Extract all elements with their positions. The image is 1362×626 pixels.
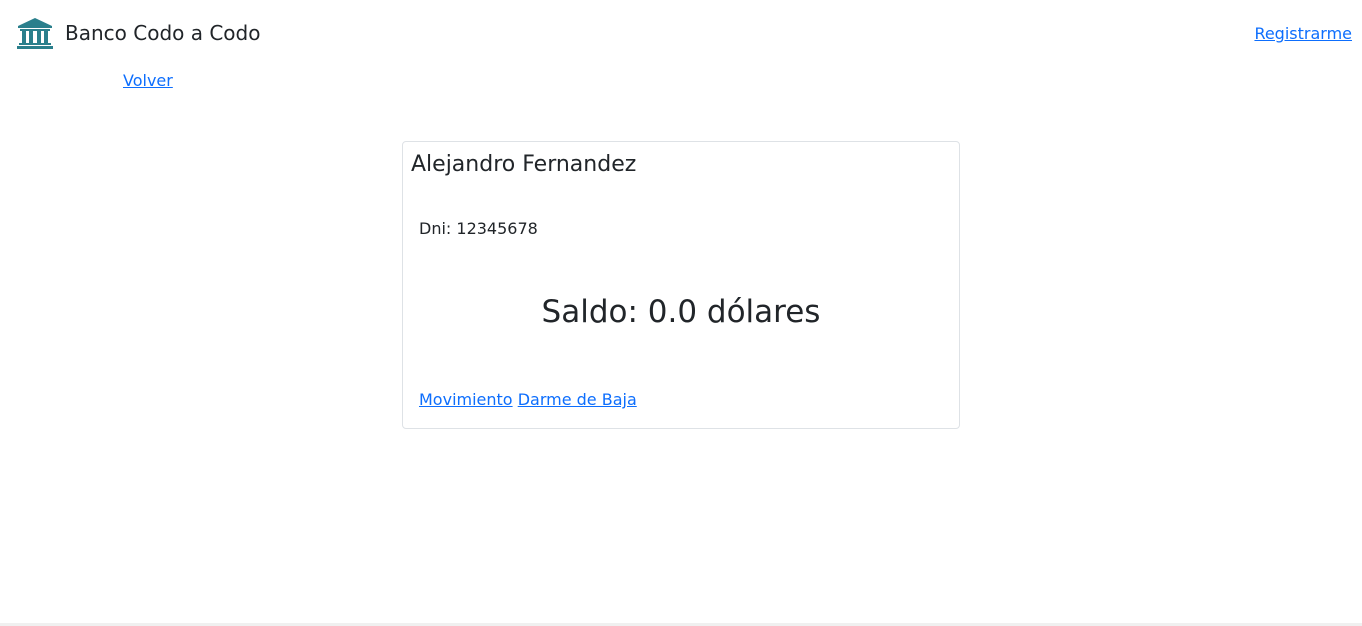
brand[interactable]: Banco Codo a Codo xyxy=(17,17,260,49)
account-holder-name: Alejandro Fernandez xyxy=(411,152,637,177)
register-link[interactable]: Registrarme xyxy=(1254,22,1352,46)
page: Banco Codo a Codo Registrarme Volver Ale… xyxy=(0,0,1362,626)
account-dni: Dni: 12345678 xyxy=(419,219,538,238)
bank-icon xyxy=(17,18,53,49)
account-card: Alejandro Fernandez Dni: 12345678 Saldo:… xyxy=(402,141,960,429)
card-actions: Movimiento Darme de Baja xyxy=(419,388,637,412)
movement-link[interactable]: Movimiento xyxy=(419,390,513,409)
back-link[interactable]: Volver xyxy=(123,69,173,93)
unsubscribe-link[interactable]: Darme de Baja xyxy=(518,390,637,409)
account-balance: Saldo: 0.0 dólares xyxy=(541,294,821,330)
brand-name: Banco Codo a Codo xyxy=(65,21,261,45)
